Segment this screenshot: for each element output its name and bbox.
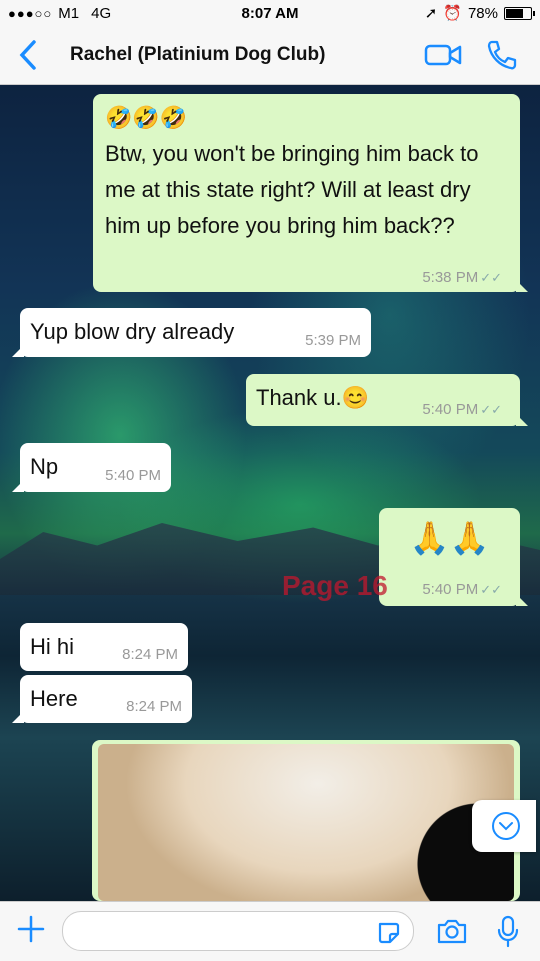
status-bar: ●●●○○ M1 4G 8:07 AM ➚ ⏰ 78% bbox=[0, 0, 540, 28]
outgoing-message[interactable]: Thank u.😊 5:40 PM ✓✓ bbox=[246, 374, 528, 426]
message-time-wrap: 5:38 PM ✓✓ bbox=[422, 270, 502, 286]
location-icon: ➚ bbox=[424, 5, 438, 22]
battery-fill bbox=[506, 8, 523, 18]
message-text: Np bbox=[30, 454, 59, 479]
message-time: 8:24 PM bbox=[126, 698, 182, 715]
message-time: 5:40 PM bbox=[422, 401, 479, 418]
chat-title[interactable]: Rachel (Platinium Dog Club) bbox=[70, 44, 325, 66]
message-text: 🙏🙏 bbox=[409, 520, 490, 556]
voice-call-button[interactable] bbox=[484, 38, 518, 77]
alarm-icon: ⏰ bbox=[443, 5, 462, 22]
bubble-tail bbox=[12, 480, 24, 492]
attach-button[interactable] bbox=[16, 914, 46, 949]
chat-header: Rachel (Platinium Dog Club) bbox=[0, 28, 540, 85]
page-watermark: Page 16 bbox=[282, 570, 388, 601]
message-time: 5:40 PM bbox=[105, 467, 161, 484]
video-call-icon bbox=[424, 44, 462, 66]
bubble-tail bbox=[516, 414, 528, 426]
double-check-icon: ✓✓ bbox=[480, 270, 502, 285]
message-time-wrap: 5:40 PM ✓✓ bbox=[422, 582, 502, 598]
microphone-icon bbox=[497, 915, 519, 948]
message-time: 5:38 PM bbox=[422, 269, 479, 286]
phone-icon bbox=[487, 40, 517, 70]
plus-icon bbox=[17, 915, 45, 943]
sticker-button[interactable] bbox=[376, 920, 402, 951]
message-time: 8:24 PM bbox=[122, 646, 178, 663]
input-bar bbox=[0, 901, 540, 961]
message-text: Btw, you won't be bringing him back to m… bbox=[105, 141, 479, 238]
chevron-down-circle-icon bbox=[492, 812, 520, 840]
message-time-wrap: 5:40 PM ✓✓ bbox=[422, 402, 502, 418]
outgoing-message[interactable]: 🙏🙏 5:40 PM ✓✓ bbox=[379, 508, 528, 606]
message-time: 5:40 PM bbox=[422, 581, 479, 598]
microphone-button[interactable] bbox=[494, 914, 522, 953]
message-text: Yup blow dry already bbox=[30, 319, 235, 344]
message-text: Here bbox=[30, 686, 78, 711]
battery-icon bbox=[504, 6, 535, 20]
double-check-icon: ✓✓ bbox=[480, 582, 502, 597]
incoming-message[interactable]: Here 8:24 PM bbox=[12, 675, 192, 723]
scroll-down-button[interactable] bbox=[472, 800, 536, 852]
battery-percent: 78% bbox=[467, 4, 498, 22]
message-text: Thank u.😊 bbox=[256, 385, 369, 410]
bubble-tail bbox=[516, 280, 528, 292]
bubble-tail bbox=[516, 594, 528, 606]
bubble-tail bbox=[12, 711, 24, 723]
camera-button[interactable] bbox=[436, 916, 468, 951]
incoming-message[interactable]: Yup blow dry already 5:39 PM bbox=[12, 308, 371, 357]
video-call-button[interactable] bbox=[424, 42, 464, 73]
message-input[interactable] bbox=[62, 911, 414, 951]
back-button[interactable] bbox=[14, 38, 44, 72]
incoming-message[interactable]: Hi hi 8:24 PM bbox=[20, 623, 188, 671]
image-message[interactable] bbox=[92, 740, 520, 901]
double-check-icon: ✓✓ bbox=[480, 402, 502, 417]
camera-icon bbox=[437, 919, 467, 944]
incoming-message[interactable]: Np 5:40 PM bbox=[12, 443, 171, 492]
sticker-icon bbox=[378, 922, 400, 944]
status-right: ➚ ⏰ 78% bbox=[424, 4, 535, 22]
outgoing-message[interactable]: 🤣🤣🤣 Btw, you won't be bringing him back … bbox=[93, 94, 528, 292]
message-time: 5:39 PM bbox=[305, 332, 361, 349]
message-emoji: 🤣🤣🤣 bbox=[105, 105, 188, 130]
dog-photo[interactable] bbox=[98, 744, 514, 901]
chevron-left-icon bbox=[19, 40, 36, 70]
message-text: Hi hi bbox=[30, 634, 75, 659]
bubble-tail bbox=[12, 345, 24, 357]
